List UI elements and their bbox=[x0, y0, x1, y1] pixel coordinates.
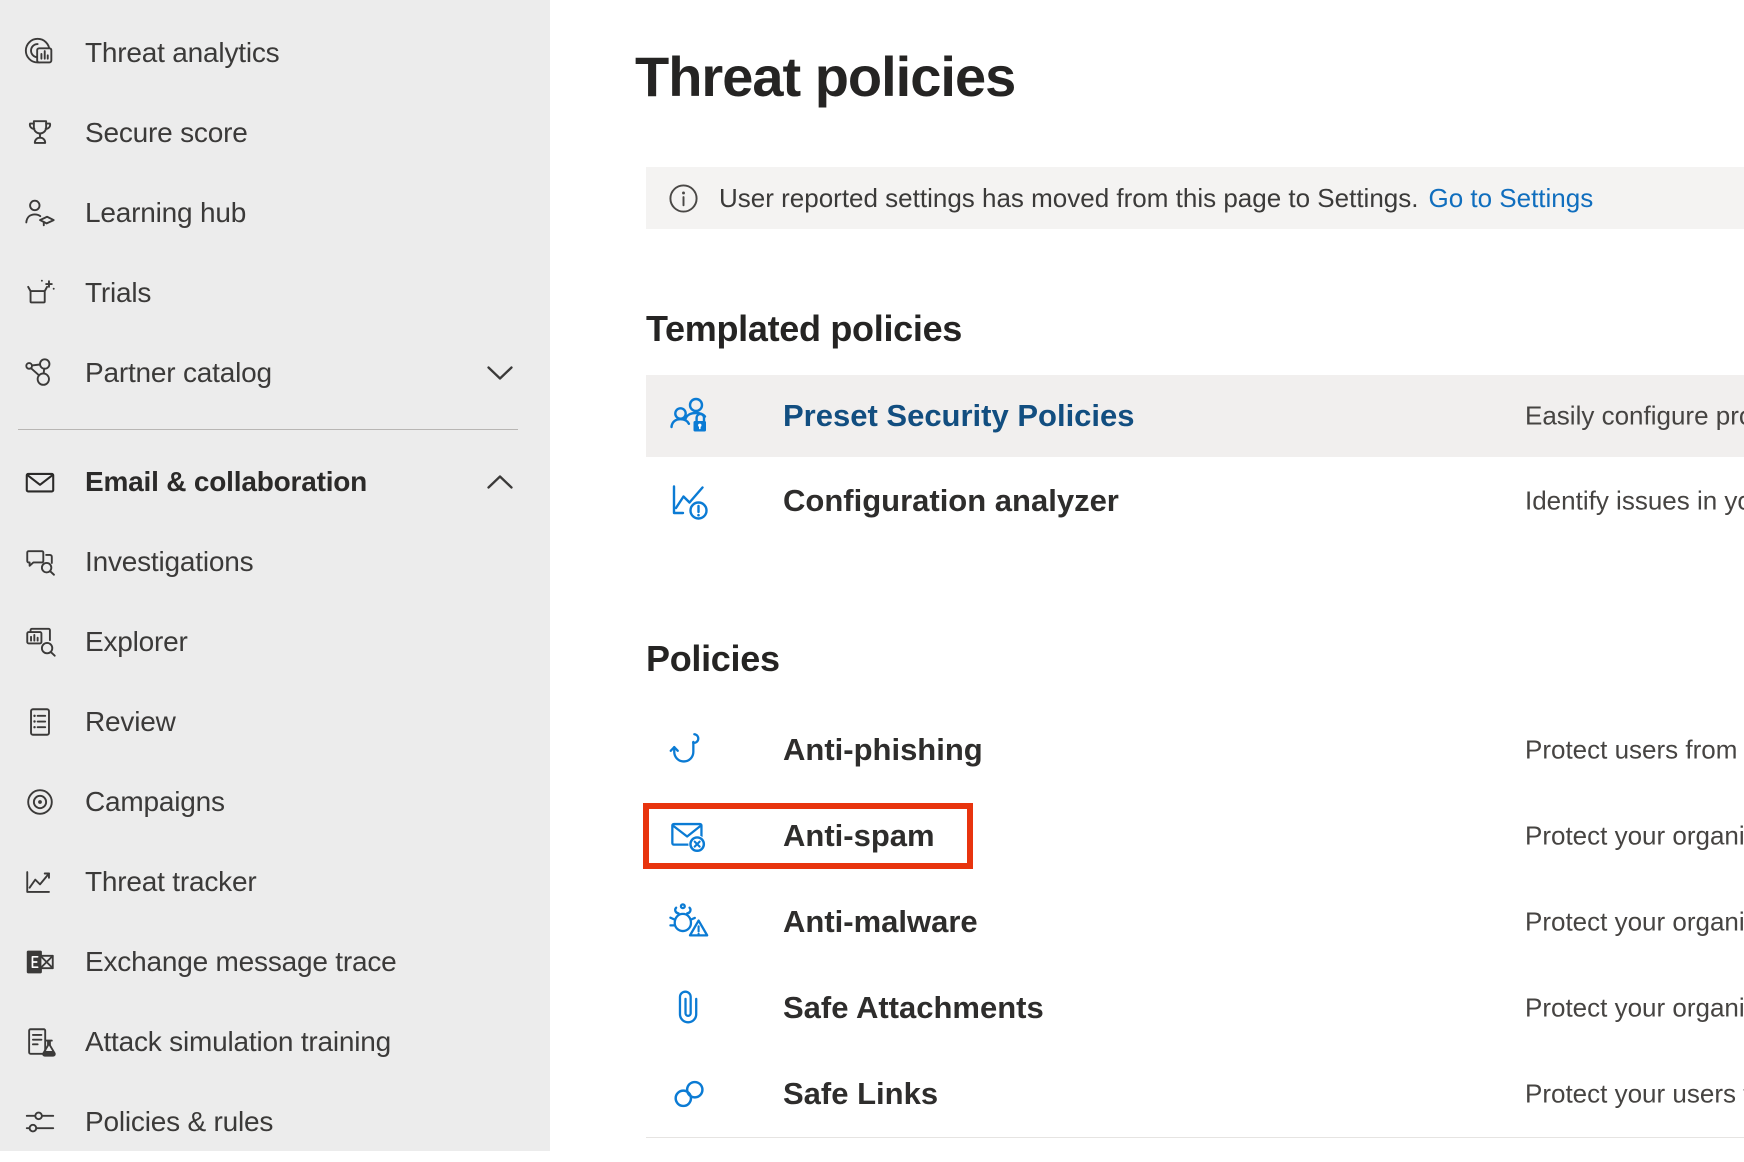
review-icon bbox=[22, 704, 58, 740]
banner-message: User reported settings has moved from th… bbox=[719, 183, 1418, 214]
threat-analytics-icon bbox=[22, 35, 58, 71]
row-description: Protect your organiz bbox=[1525, 907, 1744, 938]
row-description: Protect your users fr bbox=[1525, 1079, 1744, 1110]
sidebar-item-label: Exchange message trace bbox=[85, 946, 397, 978]
anti-malware-icon bbox=[668, 900, 712, 944]
anti-phishing-icon bbox=[668, 728, 712, 772]
sidebar-item-label: Review bbox=[85, 706, 176, 738]
sidebar-item-partner-catalog[interactable]: Partner catalog bbox=[0, 333, 550, 413]
row-description: Protect users from p bbox=[1525, 735, 1744, 766]
sidebar-item-label: Trials bbox=[85, 277, 151, 309]
explorer-icon bbox=[22, 624, 58, 660]
sidebar-item-attack-simulation-training[interactable]: Attack simulation training bbox=[0, 1002, 550, 1082]
sidebar-item-campaigns[interactable]: Campaigns bbox=[0, 762, 550, 842]
sidebar-item-label: Secure score bbox=[85, 117, 248, 149]
sidebar-item-investigations[interactable]: Investigations bbox=[0, 522, 550, 602]
sidebar-item-review[interactable]: Review bbox=[0, 682, 550, 762]
row-configuration-analyzer[interactable]: Configuration analyzer Identify issues i… bbox=[646, 457, 1744, 545]
sidebar-item-explorer[interactable]: Explorer bbox=[0, 602, 550, 682]
sidebar-navigation: Threat analytics Secure score Learning h… bbox=[0, 0, 550, 1151]
safe-links-icon bbox=[668, 1072, 712, 1116]
safe-attachments-icon bbox=[668, 986, 712, 1030]
anti-spam-icon bbox=[668, 814, 712, 858]
trials-icon bbox=[22, 275, 58, 311]
sidebar-divider bbox=[18, 429, 518, 430]
row-description: Easily configure prot bbox=[1525, 401, 1744, 432]
row-anti-malware[interactable]: Anti-malware Protect your organiz bbox=[646, 879, 1744, 966]
row-label: Anti-phishing bbox=[783, 732, 983, 768]
sidebar-item-label: Campaigns bbox=[85, 786, 225, 818]
row-description: Protect your organiz bbox=[1525, 821, 1744, 852]
templated-policies-heading: Templated policies bbox=[646, 308, 962, 350]
sidebar-item-label: Learning hub bbox=[85, 197, 246, 229]
row-label: Safe Links bbox=[783, 1076, 938, 1112]
row-safe-attachments[interactable]: Safe Attachments Protect your organiz bbox=[646, 965, 1744, 1052]
row-label: Anti-malware bbox=[783, 904, 978, 940]
row-anti-phishing[interactable]: Anti-phishing Protect users from p bbox=[646, 707, 1744, 794]
sidebar-item-label: Email & collaboration bbox=[85, 466, 367, 498]
main-content: Threat policies User reported settings h… bbox=[550, 0, 1744, 1151]
sidebar-item-label: Threat analytics bbox=[85, 37, 279, 69]
sidebar-item-secure-score[interactable]: Secure score bbox=[0, 93, 550, 173]
row-description: Protect your organiz bbox=[1525, 993, 1744, 1024]
sidebar-item-threat-tracker[interactable]: Threat tracker bbox=[0, 842, 550, 922]
secure-score-icon bbox=[22, 115, 58, 151]
investigations-icon bbox=[22, 544, 58, 580]
row-label: Anti-spam bbox=[783, 818, 935, 854]
sidebar-item-label: Policies & rules bbox=[85, 1106, 273, 1138]
sidebar-item-exchange-message-trace[interactable]: Exchange message trace bbox=[0, 922, 550, 1002]
policies-rules-icon bbox=[22, 1104, 58, 1140]
preset-security-icon bbox=[668, 394, 712, 438]
sidebar-item-email-collaboration[interactable]: Email & collaboration bbox=[0, 442, 550, 522]
info-icon bbox=[668, 183, 699, 214]
sidebar-item-threat-analytics[interactable]: Threat analytics bbox=[0, 13, 550, 93]
email-collaboration-icon bbox=[22, 464, 58, 500]
threat-tracker-icon bbox=[22, 864, 58, 900]
row-preset-security-policies[interactable]: Preset Security Policies Easily configur… bbox=[646, 375, 1744, 457]
sidebar-item-label: Partner catalog bbox=[85, 357, 272, 389]
row-description: Identify issues in you bbox=[1525, 486, 1744, 517]
sidebar-item-policies-rules[interactable]: Policies & rules bbox=[0, 1082, 550, 1162]
chevron-up-icon[interactable] bbox=[486, 474, 514, 490]
sidebar-item-trials[interactable]: Trials bbox=[0, 253, 550, 333]
chevron-down-icon[interactable] bbox=[486, 365, 514, 381]
row-anti-spam[interactable]: Anti-spam Protect your organiz bbox=[646, 793, 1744, 880]
row-label: Safe Attachments bbox=[783, 990, 1044, 1026]
row-safe-links[interactable]: Safe Links Protect your users fr bbox=[646, 1051, 1744, 1138]
sidebar-item-label: Investigations bbox=[85, 546, 253, 578]
row-label: Preset Security Policies bbox=[783, 398, 1135, 434]
policies-heading: Policies bbox=[646, 638, 780, 680]
sidebar-item-label: Attack simulation training bbox=[85, 1026, 391, 1058]
page-title: Threat policies bbox=[635, 44, 1015, 109]
row-label: Configuration analyzer bbox=[783, 483, 1119, 519]
sidebar-item-learning-hub[interactable]: Learning hub bbox=[0, 173, 550, 253]
learning-hub-icon bbox=[22, 195, 58, 231]
sidebar-item-label: Explorer bbox=[85, 626, 188, 658]
attack-simulation-icon bbox=[22, 1024, 58, 1060]
configuration-analyzer-icon bbox=[668, 479, 712, 523]
info-banner: User reported settings has moved from th… bbox=[646, 167, 1744, 229]
sidebar-item-label: Threat tracker bbox=[85, 866, 256, 898]
exchange-icon bbox=[22, 944, 58, 980]
partner-catalog-icon bbox=[22, 355, 58, 391]
campaigns-icon bbox=[22, 784, 58, 820]
go-to-settings-link[interactable]: Go to Settings bbox=[1428, 183, 1593, 214]
